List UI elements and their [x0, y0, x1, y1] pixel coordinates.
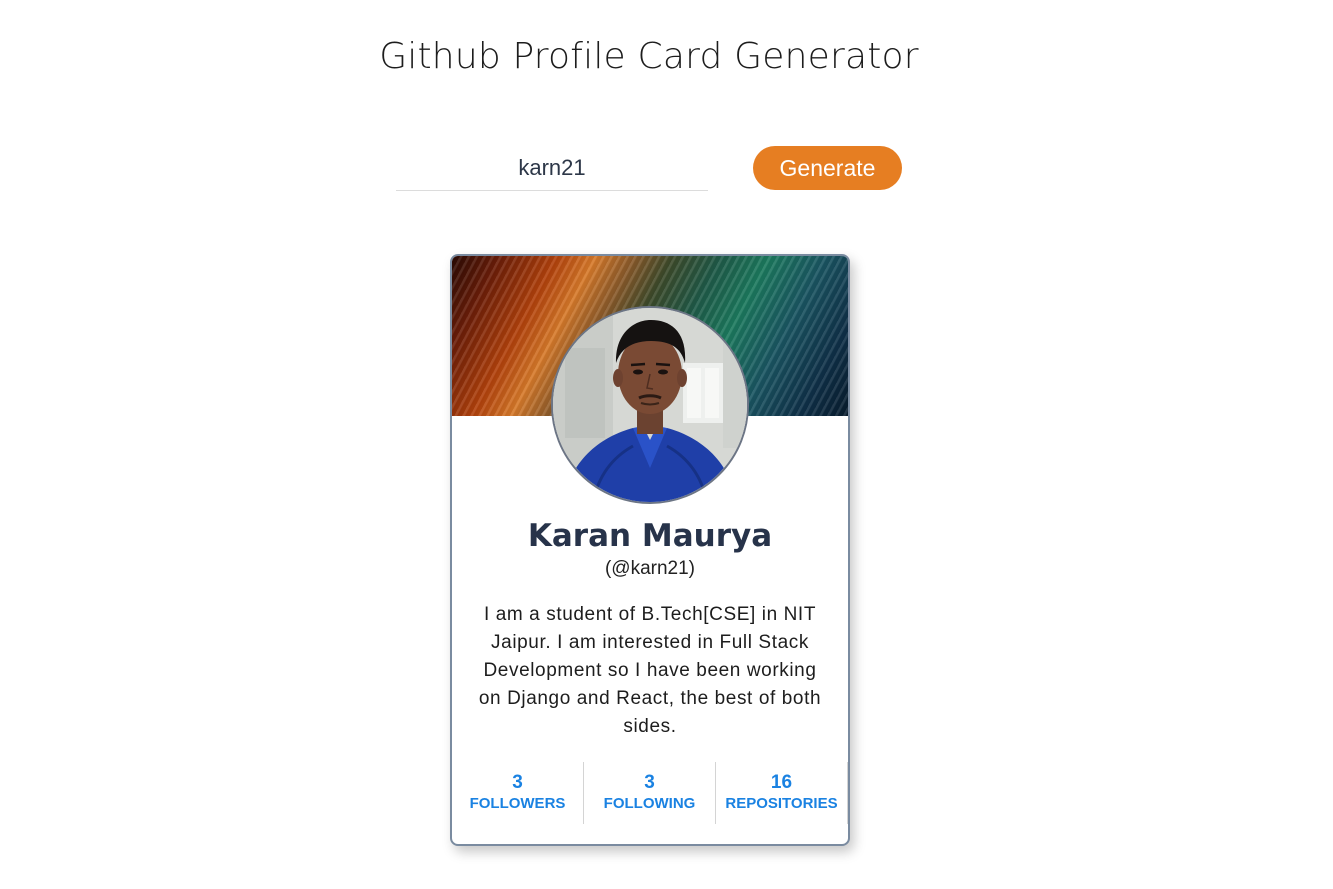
stat-followers[interactable]: 3 FOLLOWERS: [452, 762, 584, 824]
stat-value: 16: [770, 772, 793, 793]
search-row: Generate: [396, 146, 904, 194]
stats-row: 3 FOLLOWERS 3 FOLLOWING 16 REPOSITORIES: [452, 762, 848, 824]
stat-label: FOLLOWING: [603, 795, 696, 812]
page: Github Profile Card Generator Generate: [0, 0, 1333, 889]
avatar-photo: [553, 308, 747, 502]
stat-value: 3: [512, 772, 523, 793]
stat-label: FOLLOWERS: [469, 795, 566, 812]
profile-bio: I am a student of B.Tech[CSE] in NIT Jai…: [478, 604, 822, 737]
username-input[interactable]: [396, 146, 708, 191]
stat-value: 3: [644, 772, 655, 793]
profile-handle: (@karn21): [604, 558, 696, 579]
profile-card: Karan Maurya (@karn21) I am a student of…: [450, 254, 850, 846]
stat-following[interactable]: 3 FOLLOWING: [584, 762, 716, 824]
stat-repositories[interactable]: 16 REPOSITORIES: [716, 762, 848, 824]
stat-label: REPOSITORIES: [725, 795, 838, 812]
generate-button[interactable]: Generate: [753, 146, 902, 190]
avatar: [551, 306, 749, 504]
profile-name: Karan Maurya: [527, 518, 773, 554]
page-title: Github Profile Card Generator: [379, 36, 919, 77]
